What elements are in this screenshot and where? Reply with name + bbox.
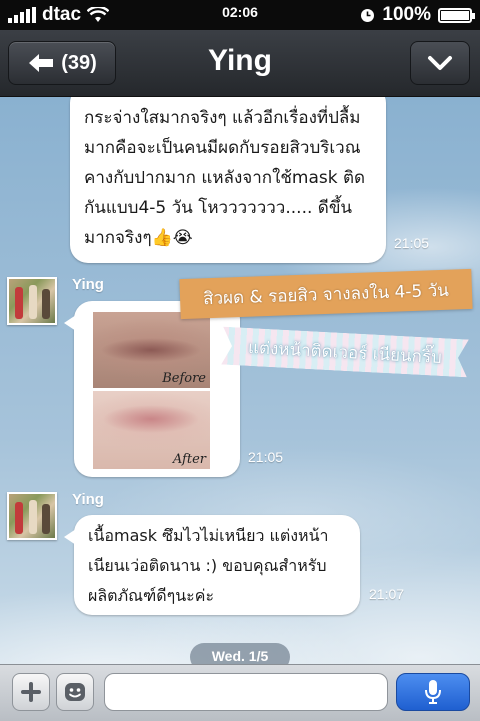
chat-area[interactable]: กระจ่างใสมากจริงๆ แล้วอีกเรื่องที่ปลื้ม …: [0, 97, 480, 664]
message-text: กระจ่างใสมากจริงๆ แล้วอีกเรื่องที่ปลื้ม …: [84, 108, 366, 248]
message-input[interactable]: [104, 673, 388, 711]
date-separator: Wed. 1/5: [190, 643, 290, 664]
sender-name: Ying: [72, 276, 104, 293]
status-bar: dtac 02:06 100%: [0, 0, 480, 30]
sticker-orange-label: สิวผด & รอยสิว จางลงใน 4-5 วัน: [179, 268, 473, 320]
back-arrow-icon: [29, 54, 54, 72]
message-text: เนื้อmask ซึมไวไม่เหนียว แต่งหน้า เนียนเ…: [88, 526, 329, 605]
microphone-icon: [425, 680, 441, 704]
clock-icon: [361, 8, 375, 22]
photo-label-before: Before: [162, 371, 206, 386]
input-bar: [0, 664, 480, 721]
avatar[interactable]: [7, 277, 57, 325]
emoji-icon: [65, 683, 85, 701]
battery-percent: 100%: [382, 4, 431, 25]
image-message-bubble[interactable]: Before After: [64, 301, 240, 477]
back-button[interactable]: (39): [8, 41, 116, 85]
unread-count: (39): [61, 51, 97, 74]
after-photo: After: [93, 391, 210, 469]
before-photo: Before: [93, 312, 210, 388]
sender-name: Ying: [72, 491, 104, 508]
photo-label-after: After: [172, 452, 206, 467]
add-attachment-button[interactable]: [12, 673, 50, 711]
avatar[interactable]: [7, 492, 57, 540]
chat-title: Ying: [208, 44, 272, 77]
message-time: 21:05: [394, 235, 430, 251]
voice-message-button[interactable]: [396, 673, 470, 711]
message-bubble[interactable]: กระจ่างใสมากจริงๆ แล้วอีกเรื่องที่ปลื้ม …: [70, 97, 386, 263]
message-bubble[interactable]: เนื้อmask ซึมไวไม่เหนียว แต่งหน้า เนียนเ…: [64, 515, 360, 615]
sticker-ribbon-label: แต่งหน้าติดเวอร์ เนียนกริ๊บ: [221, 327, 469, 378]
message-time: 21:07: [369, 586, 405, 602]
chevron-down-icon: [428, 56, 452, 70]
nav-bar: (39) Ying: [0, 30, 480, 97]
menu-dropdown-button[interactable]: [410, 41, 470, 85]
emoji-button[interactable]: [56, 673, 94, 711]
plus-icon: [21, 682, 41, 702]
message-time: 21:05: [248, 449, 284, 465]
battery-charging-icon: [438, 7, 475, 23]
